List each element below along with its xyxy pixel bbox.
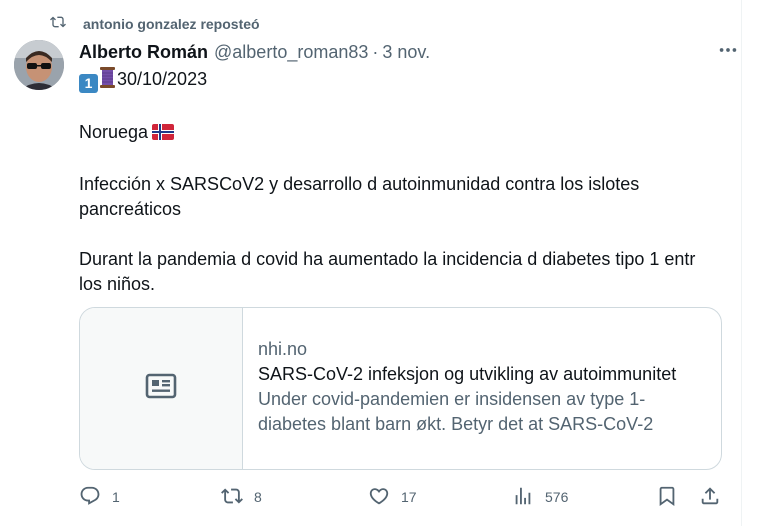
link-card-text[interactable]: nhi.no SARS-CoV-2 infeksjon og utvikling… [243, 308, 721, 469]
link-card-domain: nhi.no [258, 339, 308, 359]
share-button[interactable] [699, 484, 721, 510]
views-button[interactable]: 576 [512, 484, 568, 510]
bookmark-button[interactable] [656, 484, 678, 510]
author-name[interactable]: Alberto Román [79, 42, 208, 63]
more-options-button[interactable] [714, 42, 742, 62]
country-text: Noruega [79, 122, 149, 142]
link-card-title: SARS-CoV-2 infeksjon og utvikling av aut… [258, 364, 677, 384]
like-button[interactable]: 17 [368, 484, 417, 510]
link-card-description: Under covid-pandemien er insidensen av t… [258, 389, 654, 434]
link-card-thumbnail[interactable] [80, 308, 243, 469]
repost-text[interactable]: antonio gonzalez reposteó [83, 16, 260, 32]
timeline-divider [741, 0, 742, 526]
separator-dot: · [372, 41, 379, 62]
repost-button[interactable]: 8 [221, 484, 262, 510]
keycap-one-icon: 1 [79, 74, 98, 93]
view-count: 576 [545, 489, 569, 505]
reply-button[interactable]: 1 [79, 484, 120, 510]
share-icon [699, 485, 721, 510]
more-icon [717, 39, 739, 66]
date-line: 1 30/10/2023 [79, 67, 719, 95]
reply-count: 1 [112, 489, 120, 505]
like-count: 17 [401, 489, 417, 505]
views-icon [512, 485, 534, 510]
avatar[interactable] [14, 40, 64, 90]
bookmark-icon [656, 485, 678, 510]
link-card[interactable]: nhi.no SARS-CoV-2 infeksjon og utvikling… [79, 307, 722, 470]
post-time[interactable]: 3 nov. [382, 42, 430, 63]
article-icon [144, 369, 178, 408]
reply-icon [79, 485, 101, 510]
thread-spool-icon [98, 67, 117, 95]
repost-icon [50, 14, 66, 35]
repost-header[interactable]: antonio gonzalez reposteó [50, 13, 260, 35]
norway-flag-icon [152, 122, 175, 147]
action-bar: 1 8 17 576 [79, 484, 721, 510]
paragraph-1: Infección x SARSCoV2 y desarrollo d auto… [79, 174, 640, 219]
author-handle[interactable]: @alberto_roman83 [214, 42, 368, 63]
paragraph-2: Durant la pandemia d covid ha aumentado … [79, 249, 696, 294]
repost-count: 8 [254, 489, 262, 505]
post-header: Alberto Román @alberto_roman83 · 3 nov. [79, 40, 720, 64]
date-text: 30/10/2023 [117, 69, 208, 89]
heart-icon [368, 485, 390, 510]
repost-icon [221, 485, 243, 510]
country-line: Noruega [79, 120, 719, 147]
post-body: 1 30/10/2023 Noruega Infección x SARSCoV2… [79, 67, 719, 297]
